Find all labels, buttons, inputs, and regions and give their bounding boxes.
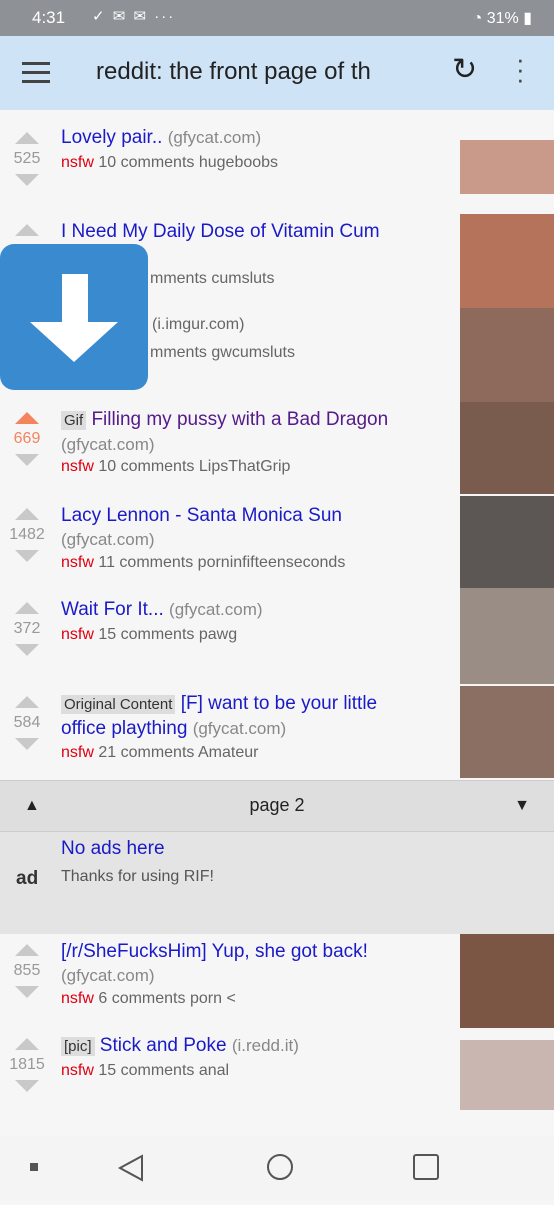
download-button[interactable] — [0, 244, 148, 390]
post-thumbnail[interactable] — [460, 308, 554, 404]
page-divider[interactable]: ▲ page 2 ▼ — [0, 780, 554, 832]
post-title[interactable]: Lovely pair.. (gfycat.com) — [61, 126, 441, 150]
post-meta: nsfw 11 comments porninfifteenseconds — [61, 554, 346, 571]
home-icon[interactable] — [267, 1154, 293, 1180]
downvote-icon[interactable] — [15, 454, 39, 466]
ad-label: ad — [16, 868, 39, 889]
post-thumbnail[interactable] — [460, 588, 554, 684]
overflow-menu-icon[interactable]: · · · — [516, 46, 525, 92]
post-meta: nsfw 10 comments LipsThatGrip — [61, 458, 291, 475]
ad-placeholder: ad No ads here Thanks for using RIF! — [0, 832, 554, 934]
share-icon[interactable]: < — [226, 990, 235, 1007]
score: 584 — [13, 714, 41, 731]
flair-tag: [pic] — [61, 1037, 95, 1056]
post-thumbnail[interactable] — [460, 214, 554, 310]
post-meta: nsfw 15 comments pawg — [61, 626, 238, 643]
post-title[interactable]: Lacy Lennon - Santa Monica Sun (gfycat.co… — [61, 504, 441, 552]
score: 1815 — [9, 1056, 45, 1073]
post-meta: mments gwcumsluts — [150, 344, 295, 361]
arrow-down-icon — [30, 274, 118, 362]
vote-widget: 855 — [0, 944, 54, 998]
page-label: page 2 — [249, 795, 305, 815]
post-title[interactable]: Wait For It... (gfycat.com) — [61, 598, 441, 622]
clock: 4:31 — [32, 8, 66, 27]
battery-level: 31% — [486, 10, 519, 27]
downvote-icon[interactable] — [15, 550, 39, 562]
upvote-icon[interactable] — [15, 412, 39, 424]
system-nav-bar — [0, 1136, 554, 1200]
post-thumbnail[interactable] — [460, 140, 554, 194]
vote-widget: 584 — [0, 696, 54, 750]
notification-icons: ✓ ✉ ✉ ··· — [92, 8, 176, 25]
upvote-icon[interactable] — [15, 944, 39, 956]
post-meta: mments cumsluts — [150, 270, 275, 287]
post-meta: nsfw 10 comments hugeboobs — [61, 154, 279, 171]
score: 372 — [13, 620, 41, 637]
post-title[interactable]: [pic] Stick and Poke (i.redd.it) — [61, 1034, 441, 1059]
post-thumbnail[interactable] — [460, 686, 554, 778]
upvote-icon[interactable] — [15, 224, 39, 236]
collapse-down-icon[interactable]: ▼ — [514, 797, 530, 815]
vote-widget: 1815 — [0, 1038, 54, 1092]
post-meta: nsfw 6 comments porn < — [61, 990, 236, 1007]
vote-widget: 1482 — [0, 508, 54, 562]
score: 669 — [13, 430, 41, 447]
downvote-icon[interactable] — [15, 174, 39, 186]
post-thumbnail[interactable] — [460, 1040, 554, 1110]
vote-widget — [0, 224, 54, 236]
post-thumbnail[interactable] — [460, 402, 554, 494]
recents-icon[interactable] — [413, 1154, 439, 1180]
refresh-icon[interactable]: ↻ — [452, 52, 477, 87]
post-thumbnail[interactable] — [460, 934, 554, 1028]
post-title[interactable]: Gif Filling my pussy with a Bad Dragon (g… — [61, 408, 441, 457]
ad-title[interactable]: No ads here — [61, 838, 165, 860]
wifi-icon: ◔ — [472, 10, 483, 27]
back-icon[interactable] — [117, 1154, 143, 1182]
post-title[interactable]: I Need My Daily Dose of Vitamin Cum — [61, 220, 441, 244]
page-title: reddit: the front page of th — [96, 58, 371, 85]
score: 1482 — [9, 526, 45, 543]
flair-tag: Original Content — [61, 695, 176, 714]
post-domain: (i.imgur.com) — [152, 316, 245, 333]
ad-subtitle: Thanks for using RIF! — [61, 868, 214, 885]
vote-widget: 372 — [0, 602, 54, 656]
battery-icon: ▮ — [523, 10, 532, 27]
post-meta: nsfw 21 comments Amateur — [61, 744, 259, 761]
flair-tag: Gif — [61, 411, 87, 430]
post-thumbnail[interactable] — [460, 496, 554, 592]
menu-dot-icon[interactable] — [30, 1163, 38, 1171]
post-title[interactable]: Original Content [F] want to be your lit… — [61, 692, 441, 741]
downvote-icon[interactable] — [15, 644, 39, 656]
vote-widget: 525 — [0, 132, 54, 186]
downvote-icon[interactable] — [15, 986, 39, 998]
upvote-icon[interactable] — [15, 602, 39, 614]
upvote-icon[interactable] — [15, 696, 39, 708]
status-right: ◔ 31% ▮ — [473, 8, 532, 28]
upvote-icon[interactable] — [15, 508, 39, 520]
post-title[interactable]: [/r/SheFucksHim] Yup, she got back! (gfyc… — [61, 940, 441, 988]
upvote-icon[interactable] — [15, 132, 39, 144]
score: 855 — [13, 962, 41, 979]
status-bar: 4:31 ✓ ✉ ✉ ··· ◔ 31% ▮ — [0, 0, 554, 36]
post-list[interactable]: 525 Lovely pair.. (gfycat.com) nsfw 10 c… — [0, 110, 554, 1136]
score: 525 — [13, 150, 41, 167]
menu-icon[interactable] — [22, 62, 50, 84]
app-bar: reddit: the front page of th ↻ · · · — [0, 36, 554, 110]
upvote-icon[interactable] — [15, 1038, 39, 1050]
post-meta: nsfw 15 comments anal — [61, 1062, 230, 1079]
vote-widget: 669 — [0, 412, 54, 466]
downvote-icon[interactable] — [15, 1080, 39, 1092]
downvote-icon[interactable] — [15, 738, 39, 750]
nav-buttons — [30, 1154, 439, 1182]
